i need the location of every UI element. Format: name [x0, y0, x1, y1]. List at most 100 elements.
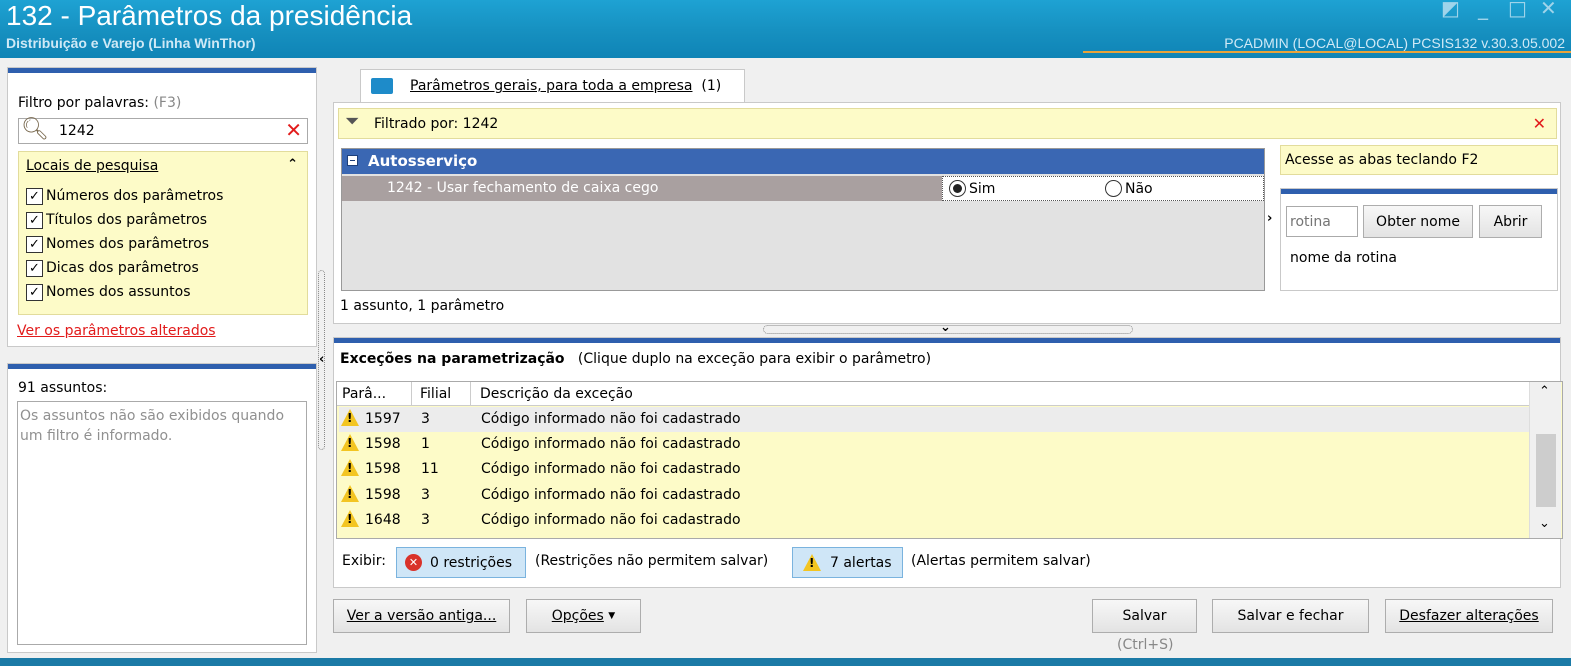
window-title: 132 - Parâmetros da presidência [6, 0, 413, 31]
window-subtitle: Distribuição e Varejo (Linha WinThor) [6, 35, 256, 51]
group-title: Autosserviço [368, 152, 478, 170]
params-summary: 1 assunto, 1 parâmetro [340, 298, 505, 314]
exception-row[interactable]: 1597 3 Código informado não foi cadastrado [339, 407, 1529, 432]
alerts-note: (Alertas permitem salvar) [911, 553, 1091, 569]
search-locations-box: Locais de pesquisa ⌃ ✓ Números dos parâme… [18, 151, 308, 315]
warning-icon [341, 459, 359, 477]
filter-value: 1242 [59, 123, 95, 139]
expand-side-icon[interactable]: › [1267, 211, 1272, 226]
col-param[interactable]: Parâ... [342, 386, 386, 402]
client-area: Filtro por palavras: (F3) 🔍︎ 1242 ✕ Loca… [0, 58, 1571, 658]
checkbox[interactable]: ✓ [26, 283, 43, 301]
group-header[interactable]: Autosserviço [342, 149, 1264, 174]
search-option-4[interactable]: ✓ Nomes dos assuntos [19, 280, 307, 304]
checkbox[interactable]: ✓ [26, 187, 43, 205]
exceptions-hint: (Clique duplo na exceção para exibir o p… [577, 351, 932, 367]
routine-box: Obter nome Abrir nome da rotina [1280, 188, 1558, 291]
close-icon[interactable]: ✕ [1540, 0, 1557, 20]
scroll-down-icon[interactable]: ⌄ [1539, 516, 1550, 531]
clear-filtered-icon[interactable]: ✕ [1533, 114, 1546, 133]
exception-desc: Código informado não foi cadastrado [481, 486, 741, 503]
restrictions-note: (Restrições não permitem salvar) [535, 553, 769, 569]
warning-icon [341, 509, 359, 527]
subjects-count: 91 assuntos: [18, 380, 108, 396]
tab-general-params[interactable]: Parâmetros gerais, para toda a empresa (… [360, 69, 745, 103]
search-option-label: Números dos parâmetros [46, 188, 224, 204]
exception-desc: Código informado não foi cadastrado [481, 461, 741, 478]
param-options: Sim Não [942, 176, 1264, 201]
undo-button[interactable]: Desfazer alterações [1385, 599, 1553, 633]
minimize-icon[interactable]: _ [1478, 0, 1488, 20]
collapse-left-icon[interactable]: ‹ [319, 352, 324, 367]
warning-icon [341, 409, 359, 426]
param-row[interactable]: 1242 - Usar fechamento de caixa cego Sim… [342, 176, 1264, 201]
radio-nao[interactable] [1105, 180, 1122, 197]
scroll-up-icon[interactable]: ⌃ [1539, 384, 1550, 399]
exception-filial: 3 [421, 411, 430, 427]
subjects-list[interactable]: Os assuntos não são exibidos quando um f… [17, 401, 307, 645]
filtered-bar: ⏷ Filtrado por: 1242 ✕ [338, 108, 1557, 139]
exception-row[interactable]: 1598 1 Código informado não foi cadastrado [339, 432, 1529, 457]
col-filial[interactable]: Filial [420, 386, 451, 402]
params-panel: ⏷ Filtrado por: 1242 ✕ Autosserviço 1242… [333, 102, 1561, 324]
error-icon: ✕ [405, 554, 422, 571]
exception-param: 1648 [365, 511, 401, 528]
dropdown-caret-icon: ▼ [608, 611, 616, 621]
radio-sim-label: Sim [969, 181, 996, 197]
hint-box: Acesse as abas teclando F2 [1280, 145, 1558, 175]
user-info: PCADMIN (LOCAL@LOCAL) PCSIS132 v.30.3.05… [1224, 35, 1565, 51]
warning-icon [803, 554, 821, 571]
search-options-list: ✓ Números dos parâmetros ✓ Títulos dos parâ… [19, 184, 307, 304]
save-close-button[interactable]: Salvar e fechar [1212, 599, 1369, 633]
radio-nao-label: Não [1125, 181, 1153, 197]
changed-params-link[interactable]: Ver os parâmetros alterados [17, 323, 216, 339]
search-option-label: Nomes dos parâmetros [46, 236, 210, 252]
get-name-button[interactable]: Obter nome [1363, 205, 1473, 238]
exception-desc: Código informado não foi cadastrado [481, 411, 741, 427]
search-option-2[interactable]: ✓ Nomes dos parâmetros [19, 232, 307, 256]
exceptions-scrollbar[interactable]: ⌃ ⌄ [1529, 382, 1561, 538]
filter-label: Filtro por palavras: [18, 95, 149, 111]
maximize-icon[interactable]: □ [1508, 0, 1527, 20]
save-button[interactable]: Salvar [1092, 599, 1197, 633]
restrictions-button[interactable]: ✕ 0 restrições [396, 547, 526, 578]
restore-icon[interactable]: ◩ [1441, 0, 1460, 20]
exceptions-title: Exceções na parametrização [340, 351, 565, 367]
param-label: 1242 - Usar fechamento de caixa cego [387, 180, 659, 196]
exception-param: 1598 [365, 461, 401, 478]
exception-desc: Código informado não foi cadastrado [481, 436, 741, 453]
exception-desc: Código informado não foi cadastrado [481, 511, 741, 528]
old-version-button[interactable]: Ver a versão antiga... [333, 599, 510, 633]
routine-input[interactable] [1286, 206, 1358, 237]
routine-name: nome da rotina [1290, 250, 1397, 266]
subjects-panel: 91 assuntos: Os assuntos não são exibido… [7, 363, 317, 653]
checkbox[interactable]: ✓ [26, 259, 43, 277]
alerts-label: 7 alertas [830, 554, 892, 571]
tab-count: (1) [701, 78, 722, 94]
exception-row[interactable]: 1648 3 Código informado não foi cadastrado [339, 508, 1529, 533]
exception-filial: 11 [421, 461, 439, 478]
collapse-chevron-icon[interactable]: ⌃ [287, 157, 298, 172]
scroll-thumb[interactable] [1536, 434, 1556, 507]
search-option-1[interactable]: ✓ Títulos dos parâmetros [19, 208, 307, 232]
exception-row[interactable]: 1598 3 Código informado não foi cadastrado [339, 483, 1529, 508]
params-tree: Autosserviço 1242 - Usar fechamento de c… [341, 148, 1265, 291]
exception-filial: 3 [421, 511, 430, 528]
collapse-down-icon[interactable]: ⌄ [940, 320, 951, 335]
col-description[interactable]: Descrição da exceção [480, 386, 633, 402]
filter-shortcut: (F3) [153, 95, 182, 111]
save-shortcut: (Ctrl+S) [1117, 637, 1174, 653]
search-option-3[interactable]: ✓ Dicas dos parâmetros [19, 256, 307, 280]
exceptions-table-header: Parâ... Filial Descrição da exceção [337, 382, 1529, 406]
search-option-0[interactable]: ✓ Números dos parâmetros [19, 184, 307, 208]
open-button[interactable]: Abrir [1479, 205, 1542, 238]
exception-row[interactable]: 1598 11 Código informado não foi cadastrad… [339, 457, 1529, 482]
options-button[interactable]: Opções ▼ [526, 599, 641, 633]
search-option-label: Títulos dos parâmetros [46, 212, 208, 228]
checkbox[interactable]: ✓ [26, 235, 43, 253]
checkbox[interactable]: ✓ [26, 211, 43, 229]
alerts-button[interactable]: 7 alertas [792, 547, 903, 578]
filter-input[interactable]: 🔍︎ 1242 ✕ [18, 117, 308, 144]
clear-filter-icon[interactable]: ✕ [285, 118, 302, 142]
exceptions-header: Exceções na parametrização (Clique duplo… [340, 351, 931, 367]
